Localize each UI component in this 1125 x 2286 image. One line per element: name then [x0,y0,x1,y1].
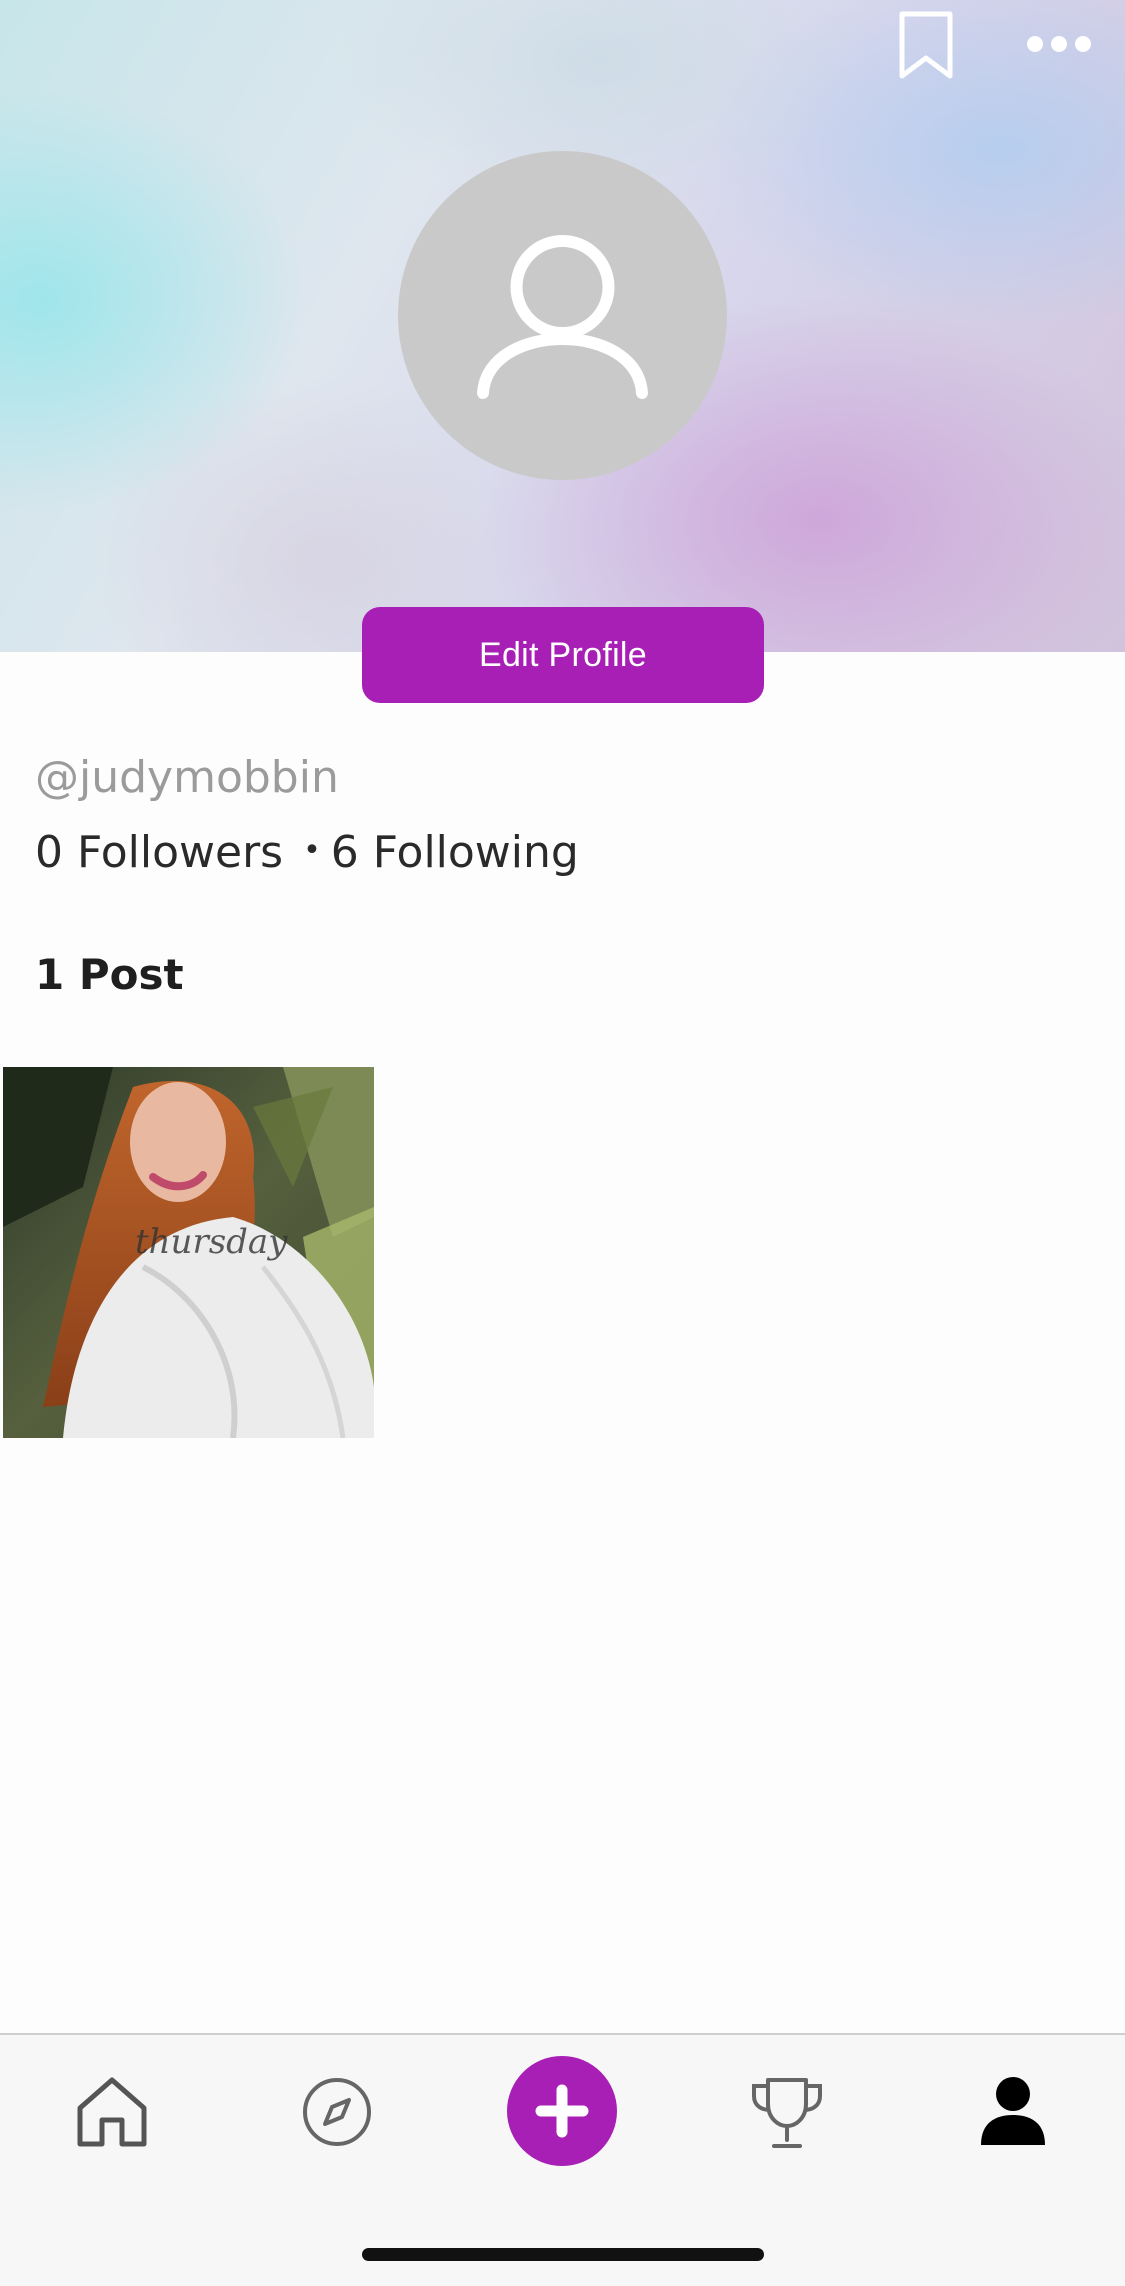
home-indicator [362,2248,764,2261]
nav-challenges[interactable] [748,2074,826,2152]
compass-icon [303,2078,371,2146]
edit-profile-button[interactable]: Edit Profile [362,607,764,703]
username-handle: @judymobbin [35,752,339,803]
post-thumbnail[interactable]: thursday [3,1067,374,1438]
post-thumbnail-text: thursday [135,1222,288,1262]
trophy-icon [752,2078,822,2148]
bookmark-icon [899,11,953,79]
follow-stats: 0 Followers • 6 Following [35,827,579,878]
nav-home[interactable] [74,2074,150,2150]
profile-avatar[interactable] [398,151,727,480]
home-icon [77,2077,147,2147]
stats-separator: • [303,833,321,868]
person-icon [981,2077,1045,2145]
more-horizontal-icon [1027,36,1091,52]
nav-profile[interactable] [979,2075,1047,2147]
posts-count-heading: 1 Post [35,950,184,999]
bookmark-button[interactable] [894,10,958,82]
following-count[interactable]: 6 Following [331,827,579,878]
bottom-navigation [0,2033,1125,2286]
followers-count[interactable]: 0 Followers [35,827,283,878]
user-avatar-placeholder-icon [477,235,648,399]
plus-icon [535,2084,589,2138]
nav-explore[interactable] [301,2076,373,2148]
post-image: thursday [3,1067,374,1438]
more-options-button[interactable] [1024,24,1094,64]
nav-create-post[interactable] [507,2056,617,2166]
